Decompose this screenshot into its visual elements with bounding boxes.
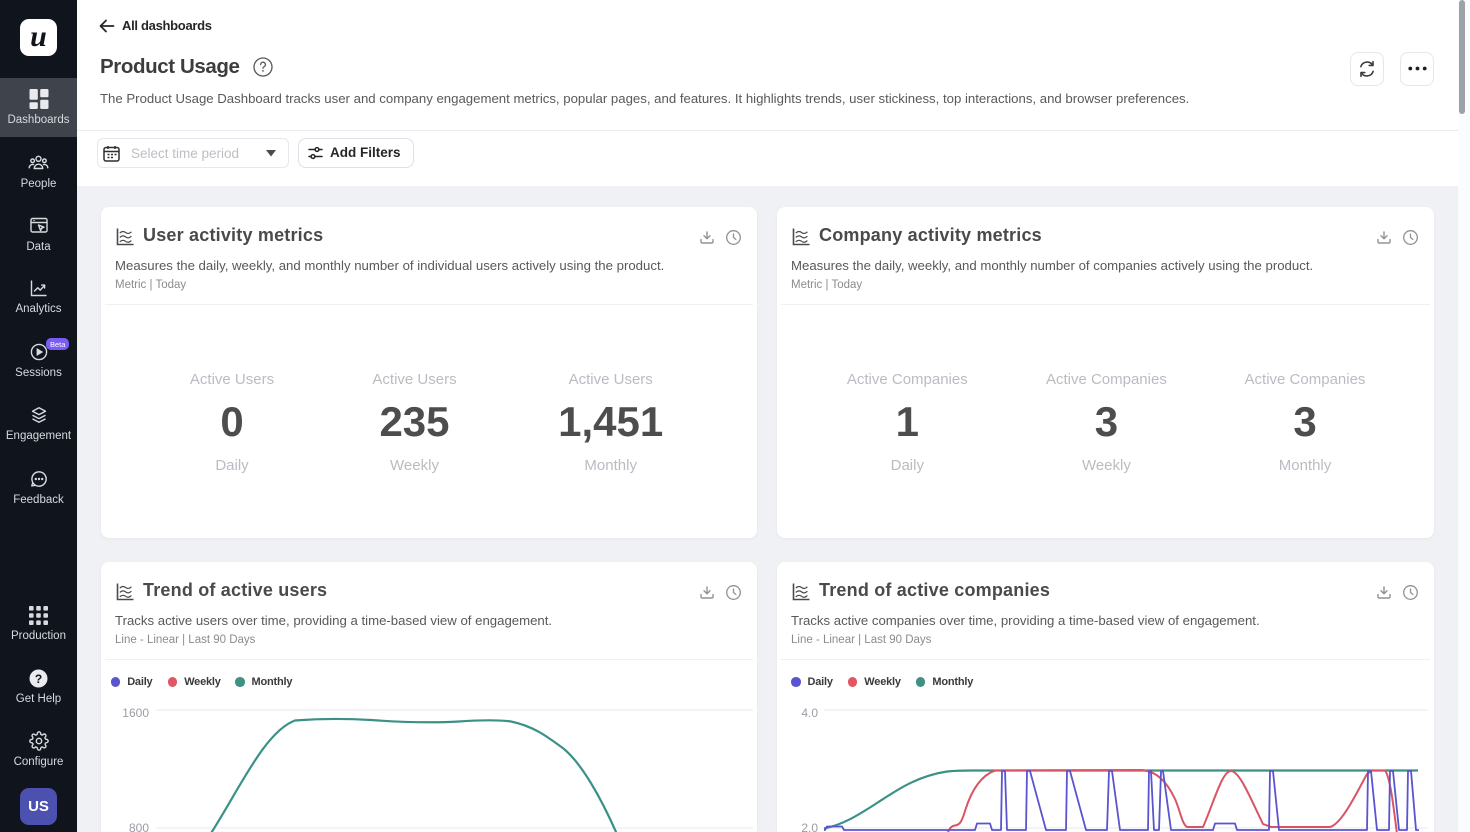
svg-text:?: ? bbox=[35, 672, 42, 686]
